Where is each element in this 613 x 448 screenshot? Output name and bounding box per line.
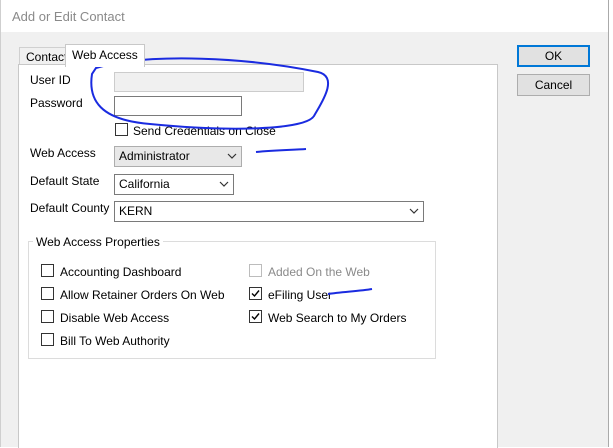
accounting-dashboard-checkbox[interactable]	[41, 264, 54, 277]
allow-retainer-orders-checkbox[interactable]	[41, 287, 54, 300]
chevron-down-icon	[219, 181, 229, 187]
window-title: Add or Edit Contact	[12, 9, 125, 24]
user-id-label: User ID	[30, 73, 71, 87]
accounting-dashboard-label: Accounting Dashboard	[60, 265, 182, 279]
web-access-select[interactable]: Administrator	[114, 146, 242, 167]
added-on-web-label: Added On the Web	[268, 265, 370, 279]
default-state-label: Default State	[30, 174, 100, 188]
web-search-orders-checkbox[interactable]	[249, 310, 262, 323]
add-edit-contact-dialog: Add or Edit Contact Contact Web Access O…	[0, 0, 609, 448]
added-on-web-checkbox	[249, 264, 262, 277]
cancel-button[interactable]: Cancel	[517, 74, 590, 96]
web-access-properties-title: Web Access Properties	[33, 235, 163, 249]
allow-retainer-orders-label: Allow Retainer Orders On Web	[60, 288, 225, 302]
password-label: Password	[30, 96, 83, 110]
disable-web-access-label: Disable Web Access	[60, 311, 170, 325]
default-county-label: Default County	[30, 201, 110, 215]
efiling-user-checkbox[interactable]	[249, 287, 262, 300]
tab-web-access[interactable]: Web Access	[65, 44, 145, 67]
web-access-label: Web Access	[30, 146, 96, 160]
send-credentials-label: Send Credentials on Close	[133, 124, 276, 138]
ok-button[interactable]: OK	[517, 45, 590, 67]
checkmark-icon	[251, 290, 260, 298]
default-state-value: California	[119, 177, 170, 191]
title-bar: Add or Edit Contact	[1, 0, 608, 32]
web-access-value: Administrator	[119, 149, 190, 163]
default-county-value: KERN	[119, 204, 153, 218]
chevron-down-icon	[227, 153, 237, 159]
checkmark-icon	[251, 313, 260, 321]
default-state-select[interactable]: California	[114, 174, 234, 195]
disable-web-access-checkbox[interactable]	[41, 310, 54, 323]
efiling-user-label: eFiling User	[268, 288, 333, 302]
web-search-orders-label: Web Search to My Orders	[268, 311, 407, 325]
bill-to-web-authority-checkbox[interactable]	[41, 333, 54, 346]
chevron-down-icon	[409, 208, 419, 214]
bill-to-web-authority-label: Bill To Web Authority	[60, 334, 170, 348]
default-county-select[interactable]: KERN	[114, 201, 424, 222]
send-credentials-checkbox[interactable]	[115, 123, 128, 136]
user-id-input[interactable]	[114, 72, 304, 92]
password-input[interactable]	[114, 96, 242, 116]
